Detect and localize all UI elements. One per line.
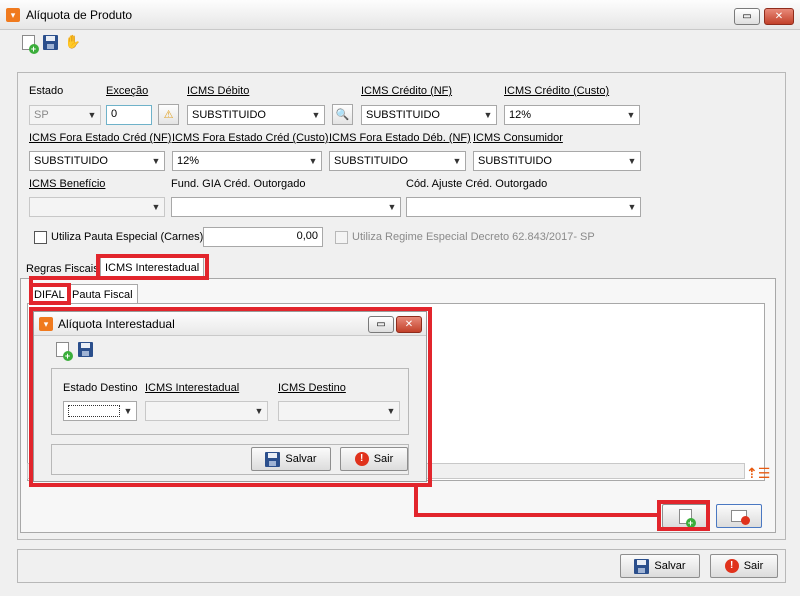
- remove-row-button[interactable]: [716, 504, 762, 528]
- fund-gia-label: Fund. GIA Créd. Outorgado: [171, 178, 306, 190]
- new-record-button[interactable]: [20, 34, 39, 54]
- icms-credito-nf-label: ICMS Crédito (NF): [361, 85, 453, 97]
- search-icon: 🔍: [335, 109, 350, 121]
- icms-consumidor-label: ICMS Consumidor: [473, 132, 563, 144]
- highlight-connector: [414, 484, 418, 516]
- search-button[interactable]: 🔍: [332, 104, 353, 125]
- remove-document-icon: [731, 510, 750, 525]
- icms-credito-custo-label: ICMS Crédito (Custo): [504, 85, 610, 97]
- chevron-down-icon: ▼: [387, 202, 397, 212]
- pauta-especial-checkbox[interactable]: [34, 231, 47, 244]
- highlight-icms-interestadual-tab: [96, 254, 209, 280]
- icms-beneficio-label: ICMS Benefício: [29, 178, 106, 190]
- app-icon: ▾: [6, 8, 20, 22]
- icms-fora-estado-cred-custo-select[interactable]: 12% ▼: [172, 151, 322, 171]
- hands-icon[interactable]: ✋: [65, 33, 81, 49]
- stop-icon: !: [724, 559, 739, 573]
- chevron-down-icon: ▼: [452, 156, 462, 166]
- window-title: Alíquota de Produto: [26, 8, 133, 22]
- cod-ajuste-label: Cód. Ajuste Créd. Outorgado: [406, 178, 548, 190]
- chevron-down-icon: ▼: [627, 202, 637, 212]
- chevron-down-icon: ▼: [311, 110, 321, 120]
- icms-credito-custo-select[interactable]: 12% ▼: [504, 105, 640, 125]
- icms-fora-estado-deb-nf-label: ICMS Fora Estado Déb. (NF): [329, 132, 471, 144]
- excecao-input[interactable]: 0: [106, 105, 152, 125]
- save-toolbar-button[interactable]: [42, 34, 58, 50]
- excecao-label: Exceção: [106, 85, 149, 97]
- icms-fora-estado-cred-nf-select[interactable]: SUBSTITUIDO ▼: [29, 151, 165, 171]
- highlight-dialog: [29, 307, 432, 487]
- restore-button[interactable]: ▭: [734, 8, 760, 25]
- chevron-down-icon: ▼: [151, 202, 161, 212]
- chevron-down-icon: ▼: [151, 156, 161, 166]
- icms-fora-estado-deb-nf-select[interactable]: SUBSTITUIDO ▼: [329, 151, 466, 171]
- save-button[interactable]: Salvar: [620, 554, 700, 578]
- save-icon: [634, 558, 650, 574]
- pauta-especial-value-input[interactable]: 0,00: [203, 227, 323, 247]
- tab-pauta-fiscal[interactable]: Pauta Fiscal: [67, 284, 138, 304]
- icms-debito-label: ICMS Débito: [187, 85, 250, 97]
- warning-icon: ⚠: [163, 109, 174, 121]
- close-button[interactable]: ✕: [764, 8, 794, 25]
- highlight-difal-tab: [29, 283, 71, 305]
- regime-especial-checkbox[interactable]: [335, 231, 348, 244]
- pauta-especial-label: Utiliza Pauta Especial (Carnes): [51, 231, 204, 243]
- estado-select[interactable]: SP ▼: [29, 105, 101, 125]
- chevron-down-icon: ▼: [87, 110, 97, 120]
- highlight-connector: [29, 276, 100, 280]
- new-document-icon: [21, 34, 39, 54]
- fund-gia-select[interactable]: ▼: [171, 197, 401, 217]
- regime-especial-label: Utiliza Regime Especial Decreto 62.843/2…: [352, 231, 595, 243]
- icms-credito-nf-select[interactable]: SUBSTITUIDO ▼: [361, 105, 497, 125]
- save-icon: [42, 34, 58, 50]
- exit-button[interactable]: ! Sair: [710, 554, 778, 578]
- icms-debito-select[interactable]: SUBSTITUIDO ▼: [187, 105, 325, 125]
- chevron-down-icon: ▼: [308, 156, 318, 166]
- highlight-add-row-button: [657, 500, 710, 531]
- chevron-down-icon: ▼: [626, 110, 636, 120]
- highlight-connector: [414, 513, 660, 517]
- icms-beneficio-select[interactable]: ▼: [29, 197, 165, 217]
- icms-consumidor-select[interactable]: SUBSTITUIDO ▼: [473, 151, 641, 171]
- icms-fora-estado-cred-custo-label: ICMS Fora Estado Créd (Custo): [172, 132, 329, 144]
- cod-ajuste-select[interactable]: ▼: [406, 197, 641, 217]
- sort-icon[interactable]: ⇡☰: [746, 466, 770, 480]
- icms-fora-estado-cred-nf-label: ICMS Fora Estado Créd (NF): [29, 132, 172, 144]
- chevron-down-icon: ▼: [483, 110, 493, 120]
- estado-label: Estado: [29, 85, 64, 97]
- excecao-warning-button[interactable]: ⚠: [158, 104, 179, 125]
- chevron-down-icon: ▼: [627, 156, 637, 166]
